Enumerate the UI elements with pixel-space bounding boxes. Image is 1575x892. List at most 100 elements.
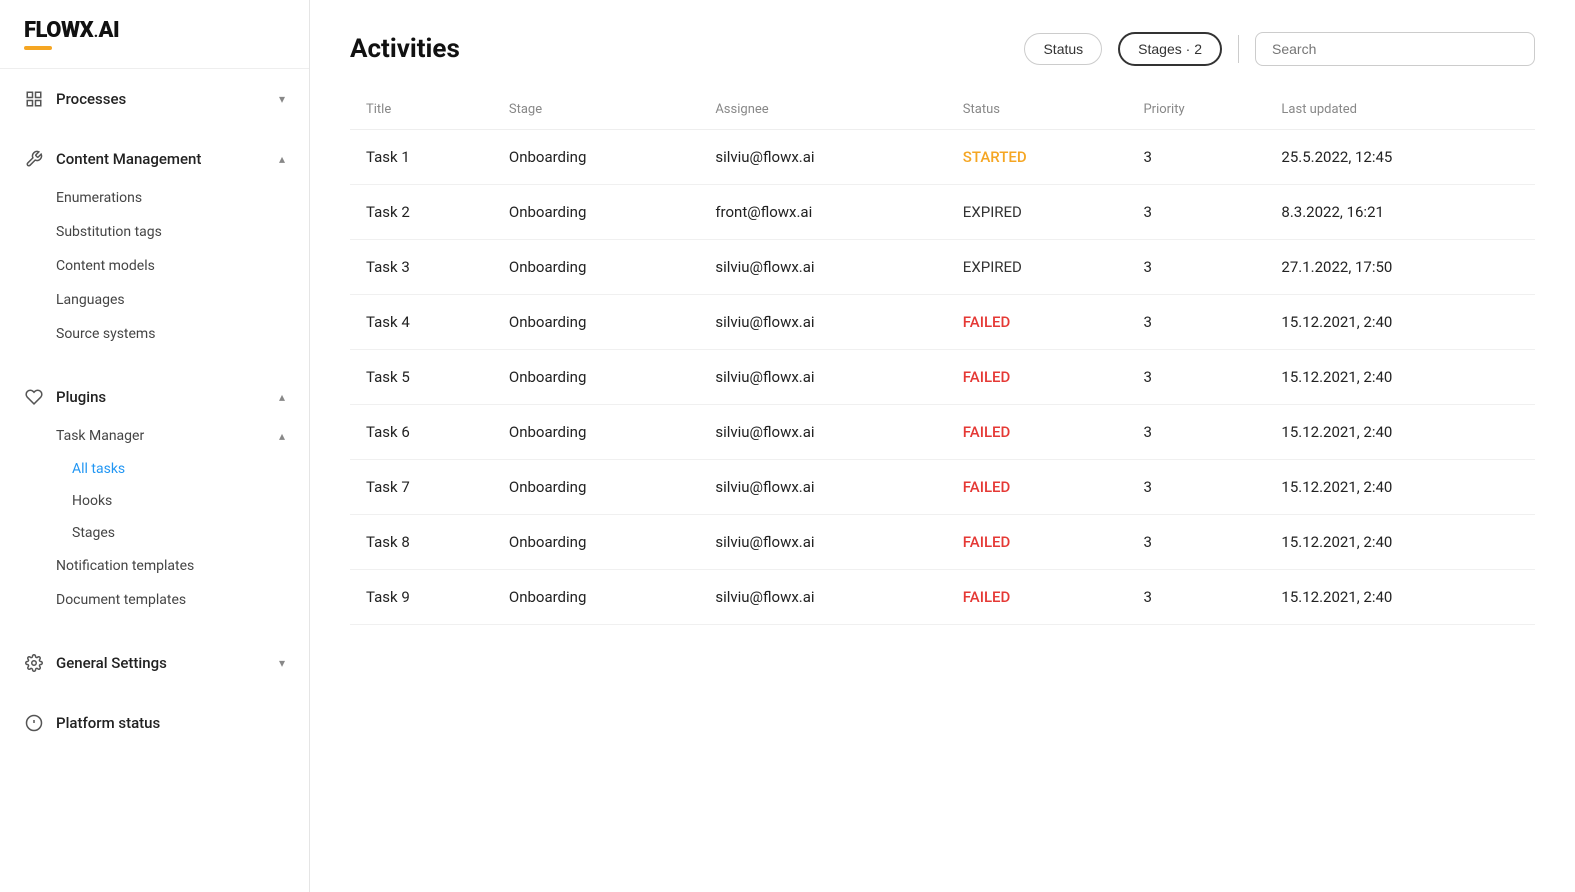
cell-priority: 3 [1127, 405, 1265, 460]
cell-last-updated: 15.12.2021, 2:40 [1265, 460, 1535, 515]
stages-filter-button[interactable]: Stages · 2 [1118, 32, 1222, 66]
sidebar-item-notification-templates[interactable]: Notification templates [0, 549, 309, 583]
plugins-subnav: Task Manager ▴ All tasks Hooks Stages No… [0, 419, 309, 625]
info-icon [24, 713, 44, 733]
source-systems-label: Source systems [56, 326, 155, 342]
table-row[interactable]: Task 8 Onboarding silviu@flowx.ai FAILED… [350, 515, 1535, 570]
sidebar-item-all-tasks[interactable]: All tasks [0, 453, 309, 485]
cell-priority: 3 [1127, 570, 1265, 625]
cell-stage: Onboarding [493, 240, 699, 295]
logo-area: FLOWX.AI [0, 0, 309, 69]
cell-title: Task 8 [350, 515, 493, 570]
cell-priority: 3 [1127, 460, 1265, 515]
col-priority: Priority [1127, 90, 1265, 130]
hooks-label: Hooks [72, 493, 112, 509]
table-row[interactable]: Task 6 Onboarding silviu@flowx.ai FAILED… [350, 405, 1535, 460]
nav-item-processes[interactable]: Processes ▾ [0, 77, 309, 121]
cell-last-updated: 27.1.2022, 17:50 [1265, 240, 1535, 295]
cell-status: FAILED [947, 515, 1128, 570]
nav-label-content-management: Content Management [56, 150, 201, 168]
cell-stage: Onboarding [493, 295, 699, 350]
nav-item-content-management[interactable]: Content Management ▴ [0, 137, 309, 181]
cell-assignee: silviu@flowx.ai [699, 405, 946, 460]
sidebar-item-source-systems[interactable]: Source systems [0, 317, 309, 351]
col-assignee: Assignee [699, 90, 946, 130]
activities-table-container: Title Stage Assignee Status Priority Las… [350, 90, 1535, 625]
sidebar-item-hooks[interactable]: Hooks [0, 485, 309, 517]
plugins-chevron-icon: ▴ [279, 390, 285, 404]
cell-title: Task 5 [350, 350, 493, 405]
cell-title: Task 1 [350, 130, 493, 185]
col-title: Title [350, 90, 493, 130]
table-row[interactable]: Task 9 Onboarding silviu@flowx.ai FAILED… [350, 570, 1535, 625]
sidebar-item-task-manager[interactable]: Task Manager ▴ [0, 419, 309, 453]
cell-status: FAILED [947, 570, 1128, 625]
sidebar-item-languages[interactable]: Languages [0, 283, 309, 317]
settings-icon [24, 653, 44, 673]
cell-assignee: silviu@flowx.ai [699, 460, 946, 515]
search-input[interactable] [1255, 32, 1535, 66]
cell-status: EXPIRED [947, 240, 1128, 295]
sidebar-item-enumerations[interactable]: Enumerations [0, 181, 309, 215]
sidebar-item-content-models[interactable]: Content models [0, 249, 309, 283]
sidebar-item-substitution-tags[interactable]: Substitution tags [0, 215, 309, 249]
cell-last-updated: 25.5.2022, 12:45 [1265, 130, 1535, 185]
document-templates-label: Document templates [56, 592, 186, 608]
page-title: Activities [350, 34, 1008, 64]
sidebar-item-stages[interactable]: Stages [0, 517, 309, 549]
cell-assignee: silviu@flowx.ai [699, 295, 946, 350]
cell-last-updated: 15.12.2021, 2:40 [1265, 405, 1535, 460]
notification-templates-label: Notification templates [56, 558, 194, 574]
cell-last-updated: 15.12.2021, 2:40 [1265, 570, 1535, 625]
processes-icon [24, 89, 44, 109]
logo: FLOWX.AI [24, 18, 285, 50]
table-row[interactable]: Task 7 Onboarding silviu@flowx.ai FAILED… [350, 460, 1535, 515]
cell-last-updated: 15.12.2021, 2:40 [1265, 350, 1535, 405]
cell-last-updated: 8.3.2022, 16:21 [1265, 185, 1535, 240]
table-row[interactable]: Task 2 Onboarding front@flowx.ai EXPIRED… [350, 185, 1535, 240]
table-row[interactable]: Task 4 Onboarding silviu@flowx.ai FAILED… [350, 295, 1535, 350]
cell-assignee: silviu@flowx.ai [699, 515, 946, 570]
nav-platform-status-section: Platform status [0, 693, 309, 753]
nav-label-platform-status: Platform status [56, 714, 160, 732]
table-row[interactable]: Task 5 Onboarding silviu@flowx.ai FAILED… [350, 350, 1535, 405]
cell-stage: Onboarding [493, 130, 699, 185]
cell-assignee: silviu@flowx.ai [699, 130, 946, 185]
enumerations-label: Enumerations [56, 190, 142, 206]
col-status: Status [947, 90, 1128, 130]
cell-assignee: silviu@flowx.ai [699, 240, 946, 295]
nav-plugins-section: Plugins ▴ Task Manager ▴ All tasks Hooks… [0, 367, 309, 633]
cell-status: STARTED [947, 130, 1128, 185]
cell-assignee: silviu@flowx.ai [699, 350, 946, 405]
nav-label-general-settings: General Settings [56, 654, 167, 672]
sidebar-item-document-templates[interactable]: Document templates [0, 583, 309, 617]
table-row[interactable]: Task 3 Onboarding silviu@flowx.ai EXPIRE… [350, 240, 1535, 295]
nav-item-plugins[interactable]: Plugins ▴ [0, 375, 309, 419]
task-manager-subnav: All tasks Hooks Stages [0, 453, 309, 549]
col-last-updated: Last updated [1265, 90, 1535, 130]
general-settings-chevron-icon: ▾ [279, 656, 285, 670]
status-filter-button[interactable]: Status [1024, 33, 1102, 65]
cell-status: FAILED [947, 405, 1128, 460]
cell-priority: 3 [1127, 240, 1265, 295]
content-management-chevron-icon: ▴ [279, 152, 285, 166]
cell-title: Task 2 [350, 185, 493, 240]
cell-assignee: silviu@flowx.ai [699, 570, 946, 625]
nav-item-platform-status[interactable]: Platform status [0, 701, 309, 745]
logo-bar [24, 46, 52, 50]
sidebar: FLOWX.AI Processes ▾ Content Management [0, 0, 310, 892]
task-manager-chevron-icon: ▴ [279, 429, 285, 443]
cell-status: FAILED [947, 350, 1128, 405]
logo-text: FLOWX.AI [24, 18, 119, 43]
nav-label-plugins: Plugins [56, 388, 106, 406]
cell-title: Task 6 [350, 405, 493, 460]
table-header: Title Stage Assignee Status Priority Las… [350, 90, 1535, 130]
cell-last-updated: 15.12.2021, 2:40 [1265, 295, 1535, 350]
nav-item-general-settings[interactable]: General Settings ▾ [0, 641, 309, 685]
cell-title: Task 7 [350, 460, 493, 515]
cell-status: FAILED [947, 295, 1128, 350]
cell-status: EXPIRED [947, 185, 1128, 240]
cell-last-updated: 15.12.2021, 2:40 [1265, 515, 1535, 570]
content-models-label: Content models [56, 258, 155, 274]
table-row[interactable]: Task 1 Onboarding silviu@flowx.ai STARTE… [350, 130, 1535, 185]
